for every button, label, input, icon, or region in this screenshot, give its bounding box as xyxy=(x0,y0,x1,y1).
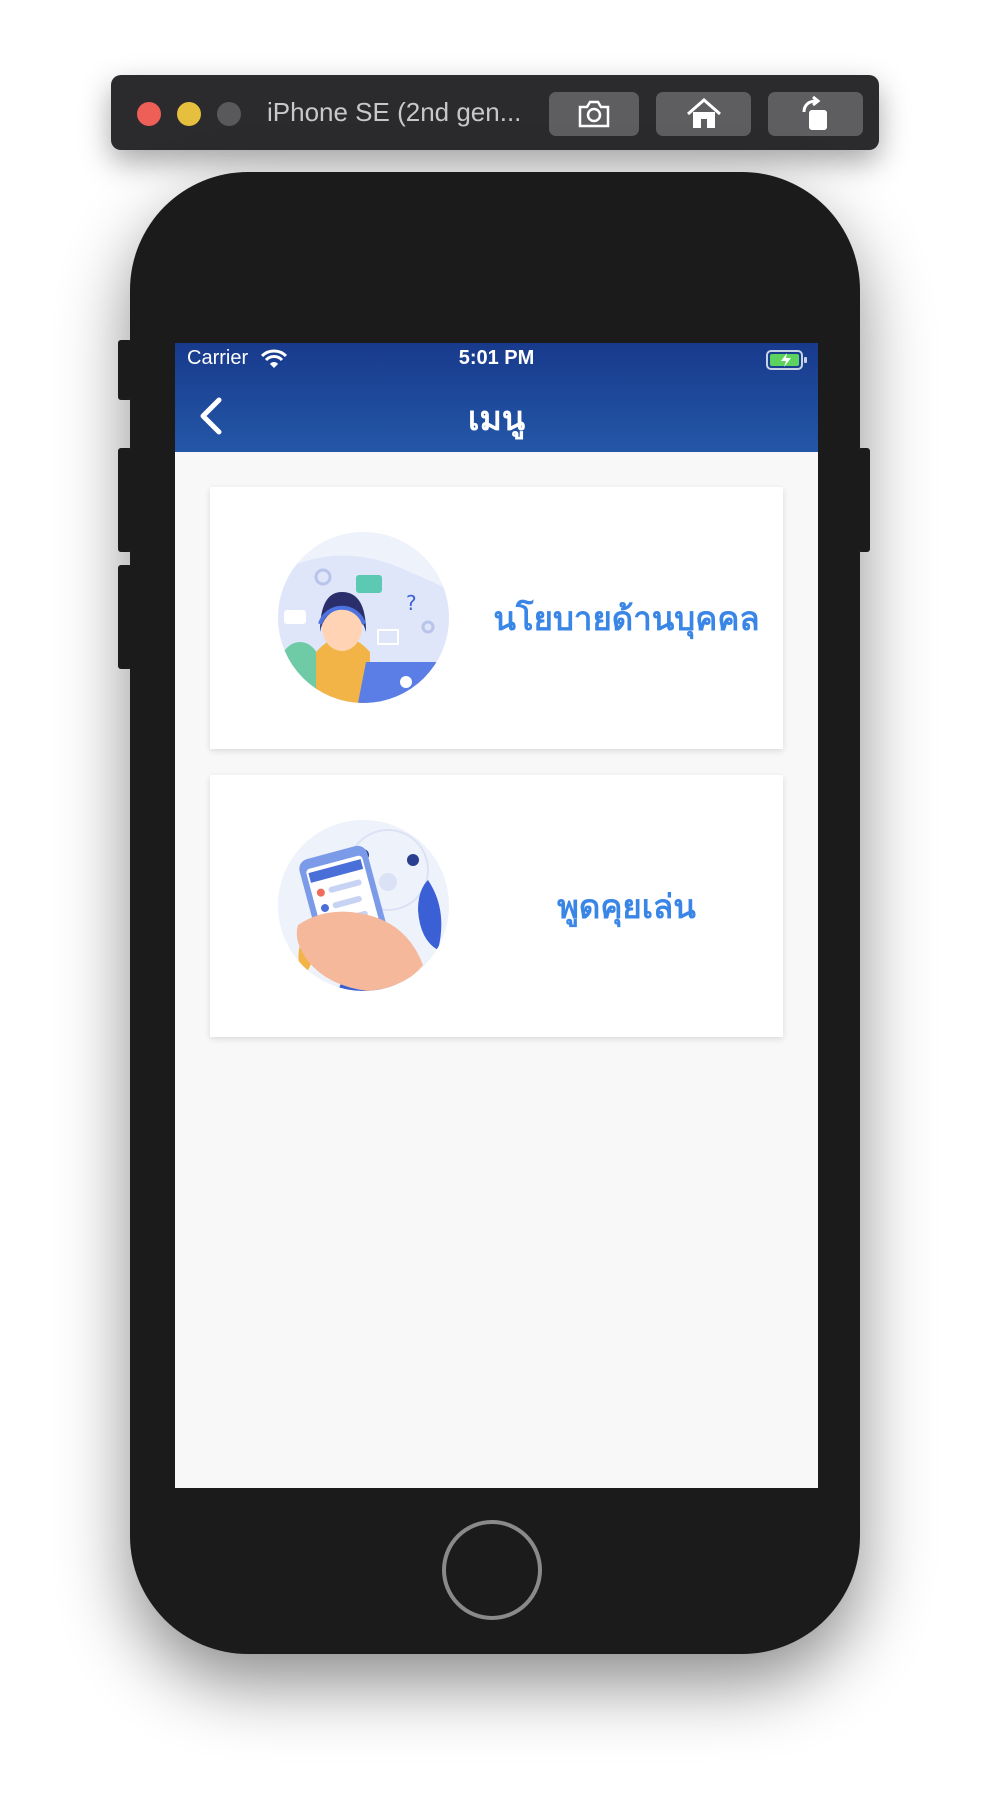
battery-charging-icon xyxy=(766,350,807,370)
home-button[interactable] xyxy=(442,1520,542,1620)
home-toolbar-button[interactable] xyxy=(656,92,751,136)
menu-card-casual-chat[interactable]: พูดคุยเล่น xyxy=(210,775,783,1037)
volume-up-button xyxy=(118,448,132,552)
home-icon xyxy=(686,98,721,128)
page-title: เมนู xyxy=(467,400,526,438)
volume-down-button xyxy=(118,565,132,669)
close-window-button[interactable] xyxy=(137,102,161,126)
simulator-toolbar: iPhone SE (2nd gen... xyxy=(111,75,879,150)
rotate-icon xyxy=(802,96,827,130)
screenshot-button[interactable] xyxy=(549,92,639,136)
nav-header: Carrier 5:01 PM เมนู xyxy=(175,343,818,452)
status-time: 5:01 PM xyxy=(458,347,535,369)
zoom-window-button[interactable] xyxy=(217,102,241,126)
menu-card-personnel-policy[interactable]: ? นโยบายด้านบุคคล xyxy=(210,487,783,749)
minimize-window-button[interactable] xyxy=(177,102,201,126)
chat-phone-illustration xyxy=(278,820,449,991)
camera-icon xyxy=(578,100,610,128)
simulator-title: iPhone SE (2nd gen... xyxy=(267,97,522,127)
status-bar: Carrier 5:01 PM xyxy=(175,343,818,377)
power-button xyxy=(858,448,870,552)
menu-item-label: นโยบายด้านบุคคล xyxy=(493,599,760,637)
rotate-button[interactable] xyxy=(768,92,863,136)
menu-item-label: พูดคุยเล่น xyxy=(557,887,696,925)
svg-text:?: ? xyxy=(406,591,417,615)
mute-switch xyxy=(118,340,132,400)
app-screen: Carrier 5:01 PM เมนู ? นโยบายด้านบุคคล พ… xyxy=(175,343,818,1488)
customer-support-illustration: ? xyxy=(278,532,449,703)
